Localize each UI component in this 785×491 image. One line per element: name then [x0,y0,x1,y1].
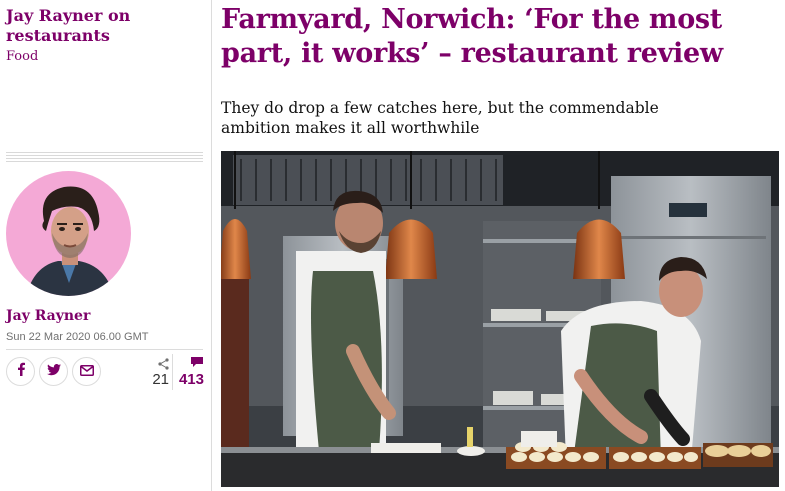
section-label[interactable]: Food [6,49,38,64]
share-twitter-button[interactable] [39,357,68,386]
hero-image [221,151,779,487]
publish-date: Sun 22 Mar 2020 06.00 GMT [6,331,149,343]
series-title[interactable]: Jay Rayner on restaurants [6,6,206,46]
comment-count-value: 413 [178,371,204,388]
comments-link[interactable]: 413 [174,354,208,390]
divider [6,349,203,350]
share-facebook-button[interactable] [6,357,35,386]
article-standfirst: They do drop a few catches here, but the… [221,99,659,137]
share-count: 21 [146,354,173,390]
article-headline: Farmyard, Norwich: ‘For the most part, i… [221,4,723,69]
divider [6,152,203,162]
share-email-button[interactable] [72,357,101,386]
twitter-icon [46,363,61,381]
article-sidebar: Jay Rayner on restaurants Food Jay Rayne… [0,0,212,491]
avatar [6,171,131,296]
facebook-icon [15,362,27,381]
email-icon [79,363,94,381]
author-name[interactable]: Jay Rayner [6,308,90,324]
share-count-value: 21 [152,371,169,388]
